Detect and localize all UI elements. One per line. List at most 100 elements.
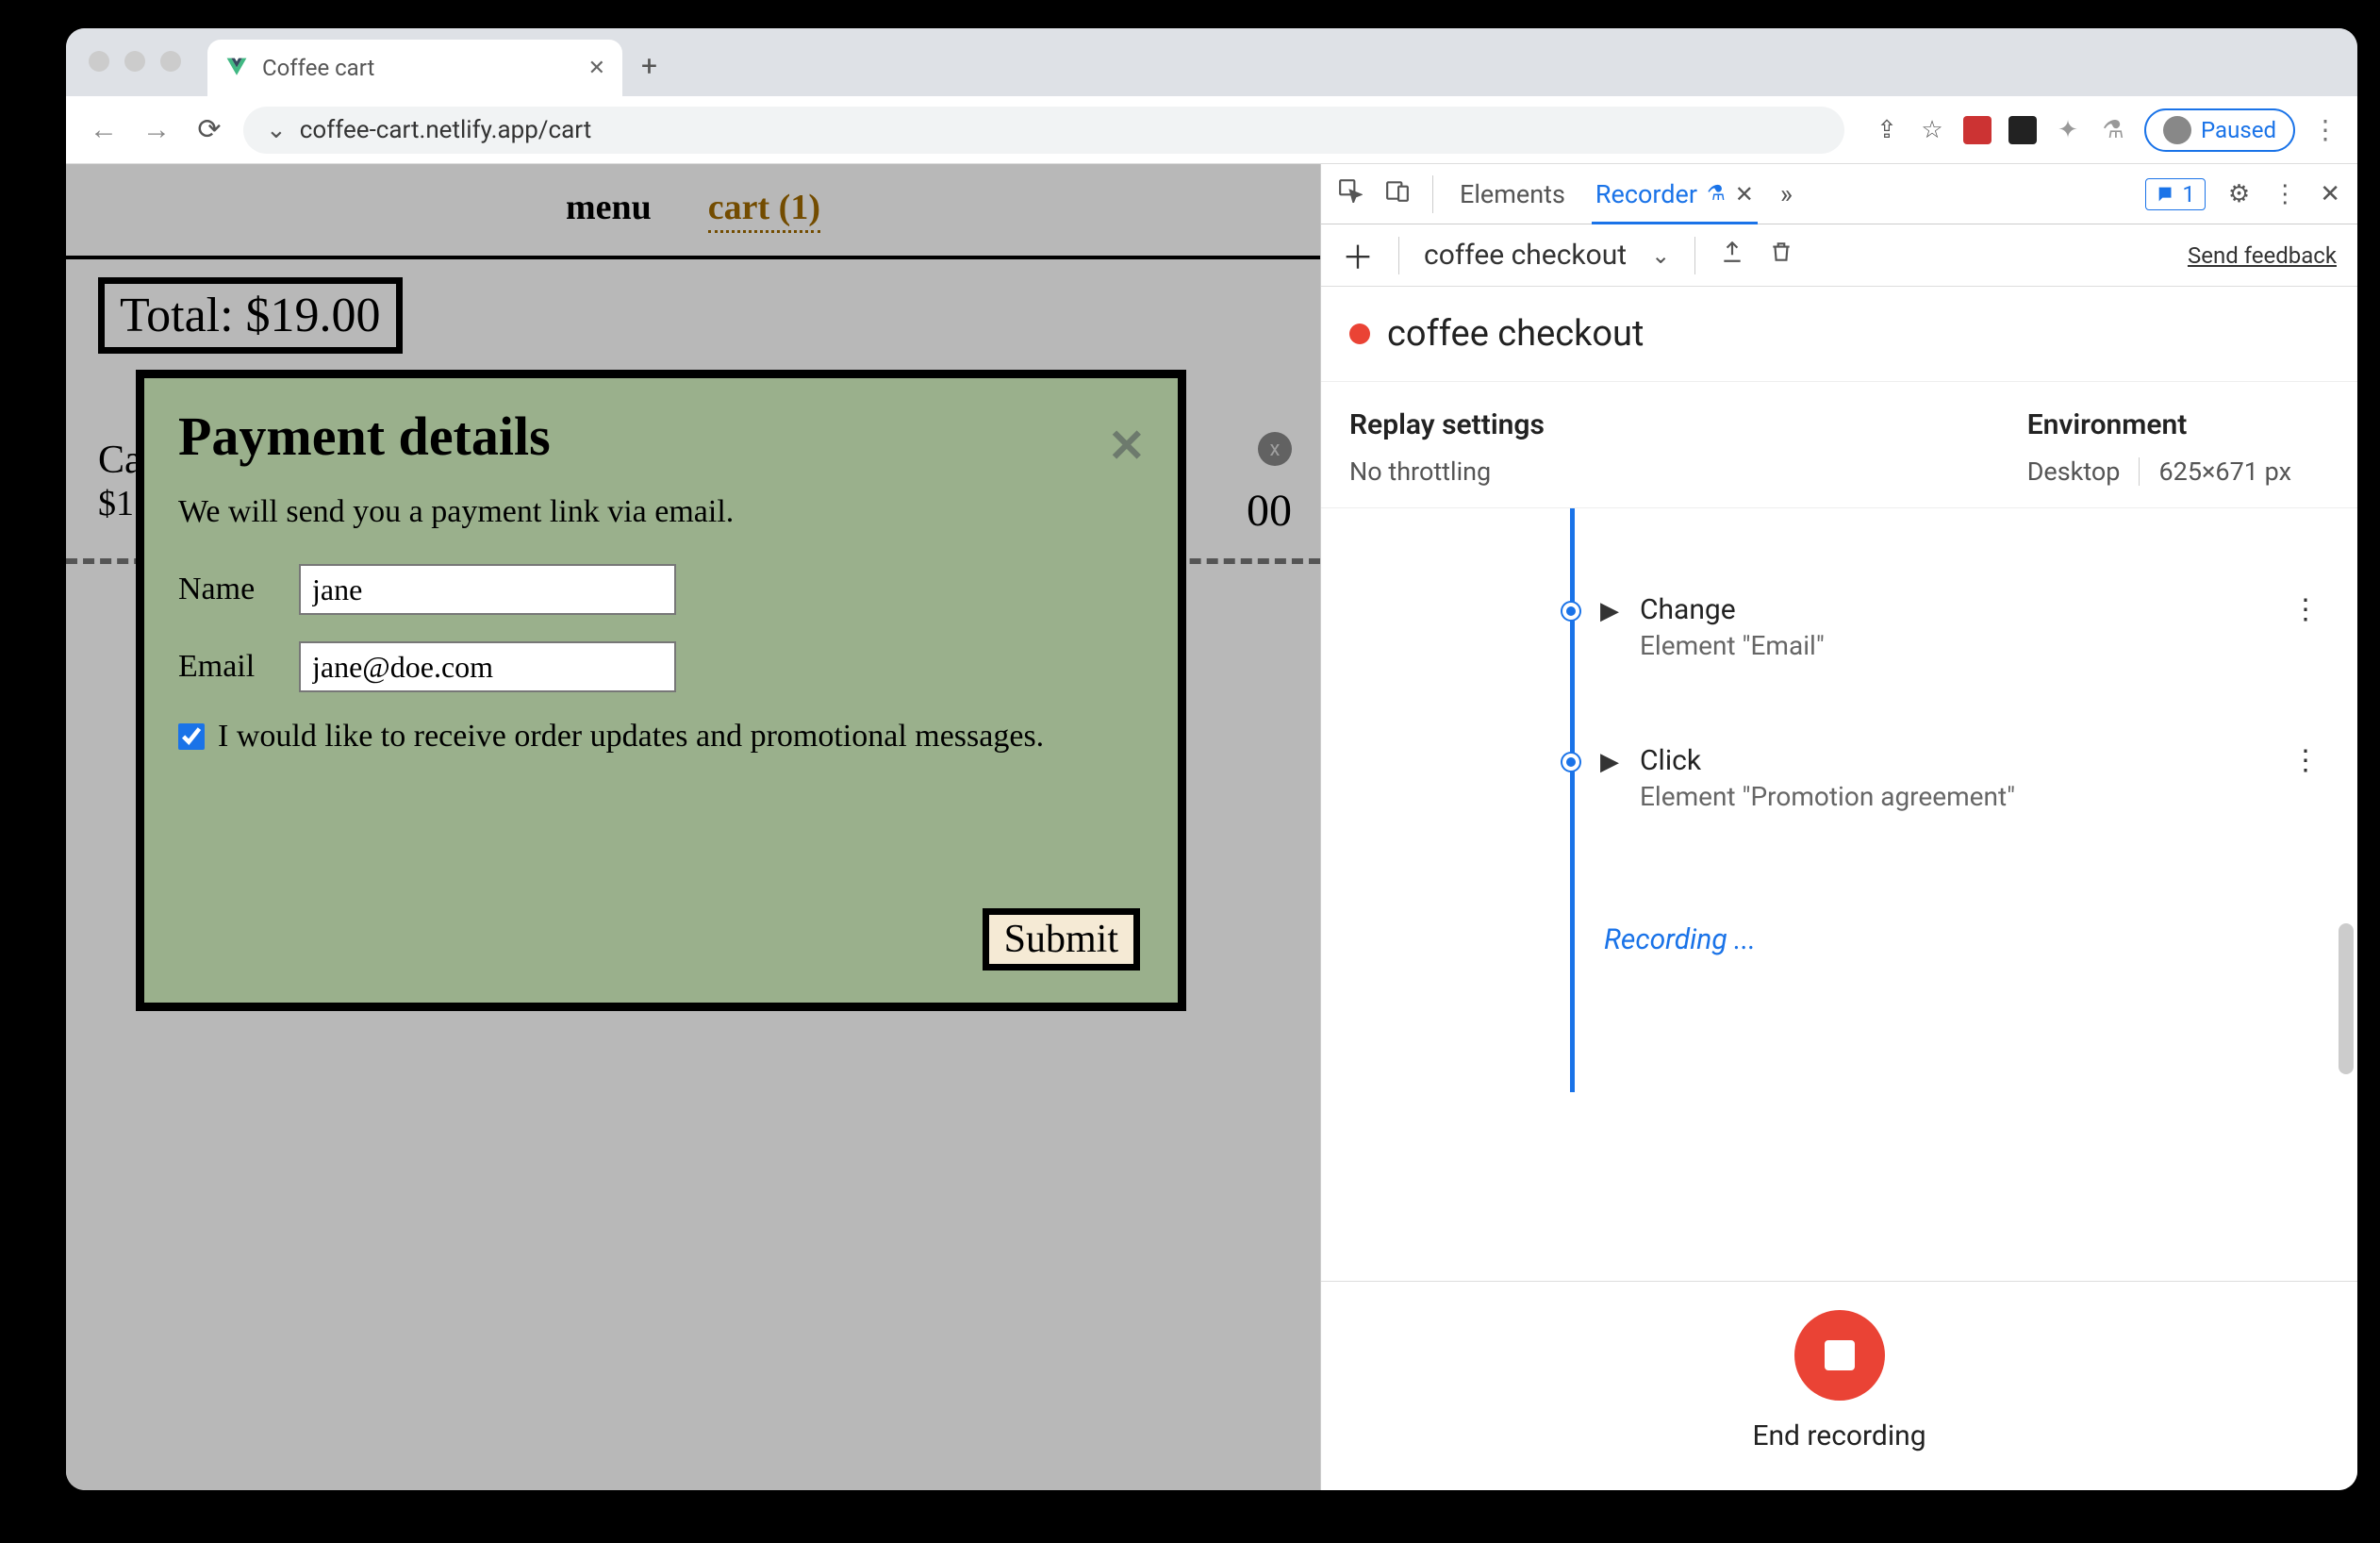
environment-values: Desktop 625×671 px (2027, 456, 2291, 487)
step-item[interactable]: ▶ Click Element "Promotion agreement" ⋮ (1547, 744, 2320, 812)
inspect-element-icon[interactable] (1338, 178, 1363, 209)
devtools-pane: Elements Recorder ⚗ ✕ » 1 ⚙ ⋮ ✕ ＋ (1320, 164, 2357, 1490)
issues-badge[interactable]: 1 (2145, 178, 2206, 210)
browser-window: Coffee cart ✕ + ← → ⟳ ⌄ coffee-cart.netl… (66, 28, 2357, 1490)
payment-modal: Payment details ✕ We will send you a pay… (136, 370, 1186, 1011)
scrollbar-thumb[interactable] (2339, 923, 2354, 1074)
issues-count: 1 (2182, 181, 2195, 207)
profile-paused-pill[interactable]: Paused (2144, 108, 2295, 152)
replay-settings-col: Replay settings No throttling (1349, 408, 1545, 487)
step-item[interactable]: ▶ Change Element "Email" ⋮ (1547, 593, 2320, 661)
content-row: menu cart (1) Total: $19.00 Ca $1 x 00 P… (66, 164, 2357, 1490)
env-separator (2139, 457, 2140, 486)
device-toolbar-icon[interactable] (1385, 178, 1410, 209)
promo-label: I would like to receive order updates an… (218, 719, 1044, 755)
toolbar-right: ⇪ ☆ ✦ ⚗ Paused ⋮ (1873, 108, 2339, 152)
modal-close-icon[interactable]: ✕ (1108, 420, 1146, 473)
step-subtitle: Element "Promotion agreement" (1640, 781, 2271, 812)
issues-icon (2156, 184, 2176, 205)
replay-settings-heading: Replay settings (1349, 408, 1545, 441)
tab-recorder-label: Recorder (1595, 179, 1697, 209)
step-dot-icon (1562, 754, 1579, 771)
tab-close-icon[interactable]: ✕ (588, 57, 605, 80)
recorder-settings: Replay settings No throttling Environmen… (1321, 382, 2357, 508)
extension-1-icon[interactable] (1963, 116, 1992, 144)
browser-toolbar: ← → ⟳ ⌄ coffee-cart.netlify.app/cart ⇪ ☆… (66, 96, 2357, 164)
stop-icon (1825, 1340, 1855, 1370)
share-icon[interactable]: ⇪ (1873, 116, 1901, 144)
end-recording-label: End recording (1752, 1419, 1925, 1452)
recording-dropdown-icon[interactable]: ⌄ (1651, 242, 1670, 269)
export-icon[interactable] (1720, 240, 1744, 271)
name-row: Name (178, 564, 1144, 615)
tab-recorder[interactable]: Recorder ⚗ ✕ (1592, 164, 1758, 224)
tab-elements[interactable]: Elements (1456, 164, 1569, 224)
recording-indicator-icon (1349, 324, 1370, 344)
send-feedback-link[interactable]: Send feedback (2188, 242, 2337, 269)
forward-button[interactable]: → (138, 113, 175, 146)
name-input[interactable] (299, 564, 676, 615)
devtools-close-icon[interactable]: ✕ (2320, 180, 2340, 208)
email-row: Email (178, 641, 1144, 692)
promo-checkbox[interactable] (178, 723, 205, 750)
avatar-icon (2163, 116, 2191, 144)
toolbar-separator (1398, 237, 1399, 274)
extension-2-icon[interactable] (2008, 116, 2037, 144)
new-tab-button[interactable]: + (641, 50, 657, 83)
step-title: Change (1640, 593, 2271, 626)
step-expand-icon[interactable]: ▶ (1600, 748, 1619, 776)
recording-name[interactable]: coffee checkout (1424, 239, 1627, 272)
back-button[interactable]: ← (85, 113, 123, 146)
recorder-toolbar: ＋ coffee checkout ⌄ Send feedback (1321, 224, 2357, 287)
env-device: Desktop (2027, 456, 2121, 487)
more-tabs-icon[interactable]: » (1780, 178, 1793, 209)
vue-icon (224, 56, 249, 80)
site-info-icon[interactable]: ⌄ (266, 116, 287, 144)
devtools-menu-icon[interactable]: ⋮ (2273, 180, 2297, 208)
submit-button[interactable]: Submit (983, 908, 1140, 971)
tab-title: Coffee cart (262, 55, 575, 81)
tabbar-separator (1432, 175, 1433, 213)
traffic-light-close[interactable] (89, 51, 109, 72)
new-recording-icon[interactable]: ＋ (1342, 232, 1374, 278)
url-bar[interactable]: ⌄ coffee-cart.netlify.app/cart (243, 107, 1844, 154)
modal-subtitle: We will send you a payment link via emai… (178, 494, 1144, 530)
recorder-header: coffee checkout (1321, 287, 2357, 382)
reload-button[interactable]: ⟳ (190, 113, 228, 146)
devtools-tabbar: Elements Recorder ⚗ ✕ » 1 ⚙ ⋮ ✕ (1321, 164, 2357, 224)
experiment-flask-icon: ⚗ (1707, 182, 1726, 206)
recorder-steps: ▶ Change Element "Email" ⋮ ▶ Click Eleme… (1321, 508, 2357, 1281)
extensions-puzzle-icon[interactable]: ✦ (2054, 116, 2082, 144)
traffic-light-minimize[interactable] (124, 51, 145, 72)
delete-icon[interactable] (1769, 240, 1793, 271)
step-body: Click Element "Promotion agreement" (1640, 744, 2271, 812)
step-body: Change Element "Email" (1640, 593, 2271, 661)
step-subtitle: Element "Email" (1640, 630, 2271, 661)
page-pane: menu cart (1) Total: $19.00 Ca $1 x 00 P… (66, 164, 1320, 1490)
recorder-header-title: coffee checkout (1387, 313, 1644, 355)
name-label: Name (178, 572, 276, 607)
environment-heading: Environment (2027, 408, 2291, 441)
step-title: Click (1640, 744, 2271, 777)
step-menu-icon[interactable]: ⋮ (2291, 593, 2320, 626)
end-recording-button[interactable] (1794, 1310, 1885, 1401)
step-expand-icon[interactable]: ▶ (1600, 597, 1619, 625)
extension-flask-icon[interactable]: ⚗ (2099, 116, 2127, 144)
email-input[interactable] (299, 641, 676, 692)
email-label: Email (178, 649, 276, 685)
url-text: coffee-cart.netlify.app/cart (300, 116, 591, 144)
replay-throttling-value[interactable]: No throttling (1349, 456, 1545, 487)
modal-title: Payment details (178, 405, 1144, 468)
step-menu-icon[interactable]: ⋮ (2291, 744, 2320, 777)
env-dimensions: 625×671 px (2158, 456, 2291, 487)
toolbar-separator-2 (1694, 237, 1695, 274)
devtools-settings-icon[interactable]: ⚙ (2228, 180, 2250, 208)
browser-menu-icon[interactable]: ⋮ (2312, 114, 2339, 145)
recorder-footer: End recording (1321, 1281, 2357, 1490)
browser-tab[interactable]: Coffee cart ✕ (207, 40, 622, 96)
traffic-light-zoom[interactable] (160, 51, 181, 72)
recording-status: Recording ... (1604, 923, 1756, 956)
tab-recorder-close-icon[interactable]: ✕ (1735, 181, 1754, 207)
step-dot-icon (1562, 603, 1579, 620)
bookmark-icon[interactable]: ☆ (1918, 116, 1946, 144)
